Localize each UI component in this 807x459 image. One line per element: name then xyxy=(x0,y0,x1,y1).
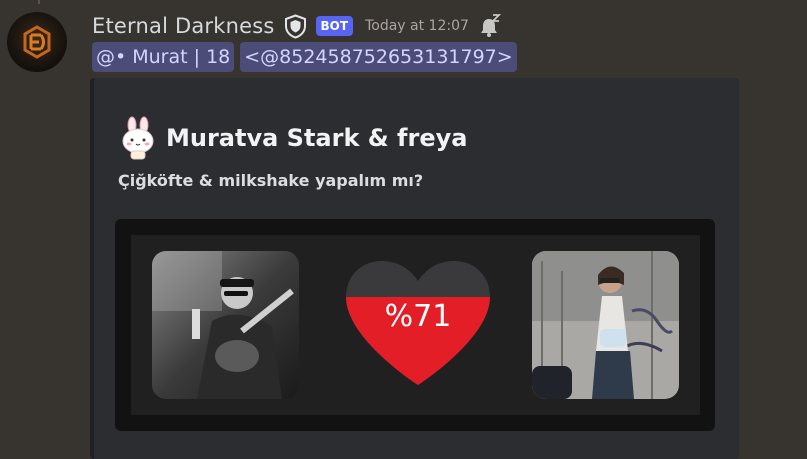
eternal-darkness-logo-icon xyxy=(23,25,51,59)
mentions-line: @• Murat | 18 <@852458752653131797> xyxy=(92,42,517,72)
message-timestamp[interactable]: Today at 12:07 xyxy=(365,18,469,34)
love-meter-image[interactable]: %71 xyxy=(115,219,715,431)
user-mention[interactable]: <@852458752653131797> xyxy=(240,42,517,72)
role-mention[interactable]: @• Murat | 18 xyxy=(92,42,235,72)
embed-title: Muratva Stark & freya xyxy=(118,116,467,160)
embed-title-text: Muratva Stark & freya xyxy=(166,124,468,152)
bot-badge: BOT xyxy=(315,16,354,36)
message-header: Eternal Darkness BOT Today at 12:07 xyxy=(92,12,501,40)
embed-card: Muratva Stark & freya Çiğköfte & milksha… xyxy=(90,78,739,459)
author-name[interactable]: Eternal Darkness xyxy=(92,14,275,38)
love-meter-panel: %71 xyxy=(131,235,700,415)
reply-connector xyxy=(38,0,100,4)
bell-sleep-icon xyxy=(479,14,501,38)
shield-icon xyxy=(284,13,307,39)
love-percent-label: %71 xyxy=(384,299,452,334)
bot-avatar[interactable] xyxy=(7,12,67,72)
user-photo-right xyxy=(532,251,679,399)
bunny-emoji-icon xyxy=(118,116,158,160)
user-photo-left xyxy=(152,251,299,399)
embed-description: Çiğköfte & milkshake yapalım mı? xyxy=(118,171,424,190)
